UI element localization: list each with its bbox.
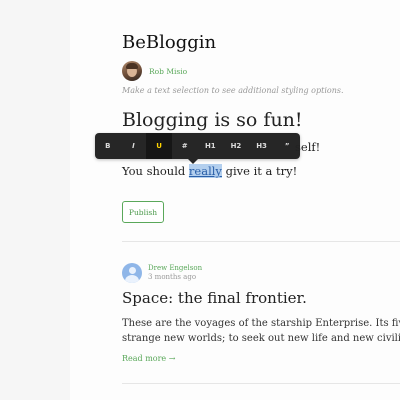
post-meta: Drew Engelson 3 months ago — [122, 262, 202, 284]
author-name[interactable]: Rob Misio — [149, 67, 187, 76]
h3-button[interactable]: H3 — [249, 133, 275, 159]
underline-button[interactable]: U — [146, 133, 172, 159]
read-more-link[interactable]: Read more → — [122, 354, 175, 363]
post-meta-text: Drew Engelson 3 months ago — [148, 264, 202, 282]
post-author[interactable]: Drew Engelson — [148, 264, 202, 273]
body-line-1-tail[interactable]: self! — [295, 140, 320, 154]
bold-button[interactable]: B — [95, 133, 121, 159]
h2-button[interactable]: H2 — [223, 133, 249, 159]
avatar-hair — [126, 63, 138, 69]
author-avatar[interactable] — [122, 61, 142, 81]
editor-hint: Make a text selection to see additional … — [122, 86, 344, 95]
divider — [122, 241, 400, 242]
post-excerpt-line: strange new worlds; to seek out new life… — [122, 333, 400, 344]
h1-button[interactable]: H1 — [198, 133, 224, 159]
body-text-before: You should — [122, 164, 189, 178]
body-line-2[interactable]: You should really give it a try! — [122, 164, 297, 178]
publish-button[interactable]: Publish — [122, 201, 164, 223]
main-content: BeBloggin Rob Misio Make a text selectio… — [0, 0, 400, 400]
italic-button[interactable]: I — [121, 133, 147, 159]
avatar-head-shape — [128, 267, 136, 274]
app-title[interactable]: BeBloggin — [122, 32, 216, 53]
link-button[interactable]: # — [172, 133, 198, 159]
body-text-after: give it a try! — [221, 164, 298, 178]
formatting-toolbar: B I U # H1 H2 H3” — [95, 133, 300, 164]
post-title[interactable]: Space: the final frontier. — [122, 289, 307, 307]
avatar-body-shape — [125, 275, 139, 283]
default-avatar[interactable] — [122, 263, 142, 283]
selected-text[interactable]: really — [188, 164, 222, 178]
divider — [122, 383, 400, 384]
post-time: 3 months ago — [148, 273, 197, 281]
author-row: Rob Misio — [122, 60, 187, 82]
post-excerpt: These are the voyages of the starship En… — [122, 316, 400, 346]
post-excerpt-line: These are the voyages of the starship En… — [122, 318, 400, 329]
post-title-editable[interactable]: Blogging is so fun! — [122, 109, 303, 131]
